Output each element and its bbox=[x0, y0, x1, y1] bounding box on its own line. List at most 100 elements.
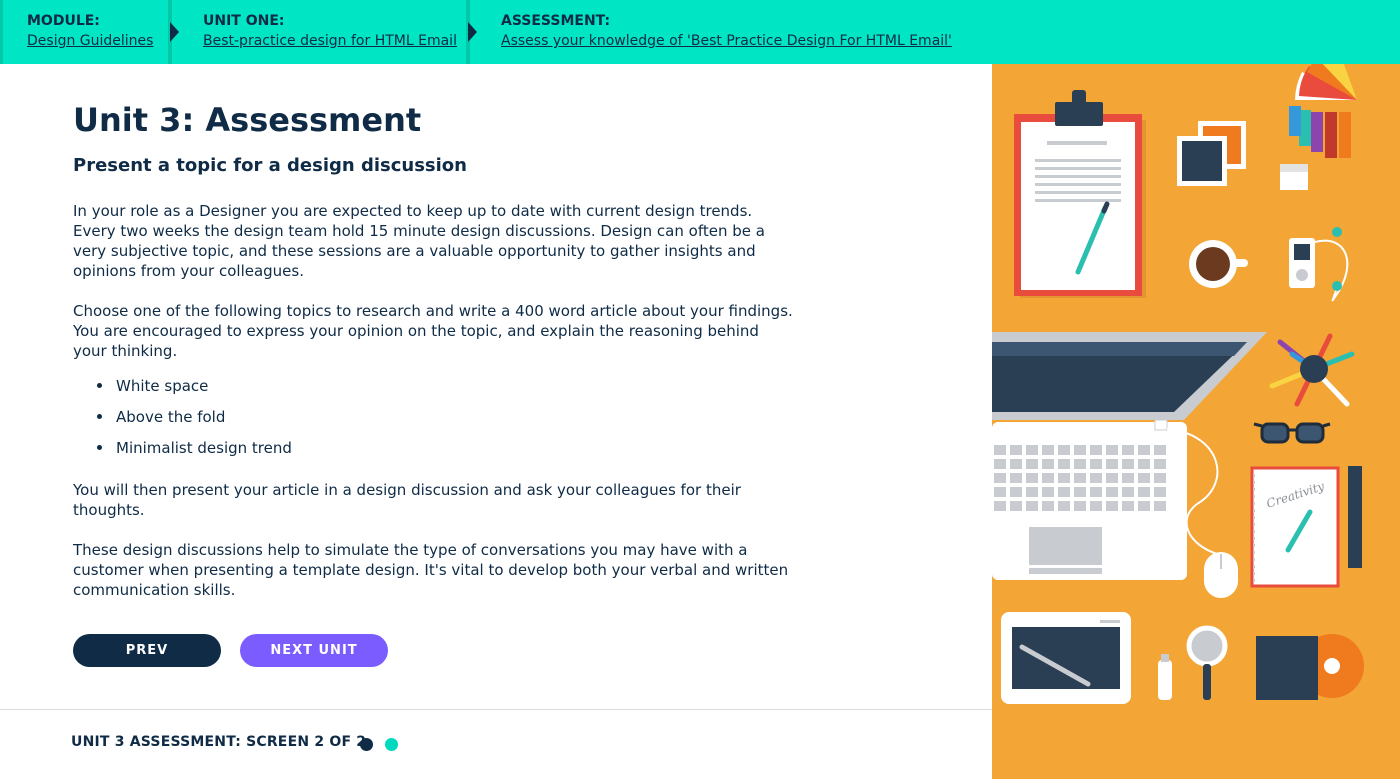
keyboard-key bbox=[1074, 501, 1086, 511]
keyboard-key bbox=[1042, 501, 1054, 511]
list-item: Minimalist design trend bbox=[97, 437, 793, 468]
cd-case-icon bbox=[1256, 634, 1364, 700]
keyboard-key bbox=[1154, 501, 1166, 511]
next-unit-button[interactable]: NEXT UNIT bbox=[240, 634, 388, 667]
chevron-right-icon bbox=[468, 22, 477, 42]
screen-progress-label: UNIT 3 ASSESSMENT: SCREEN 2 OF 2 bbox=[71, 734, 367, 750]
keyboard-key bbox=[1154, 459, 1166, 469]
instructions-paragraph: Choose one of the following topics to re… bbox=[73, 302, 793, 360]
glasses-icon bbox=[1253, 422, 1331, 444]
progress-dot-screen-1[interactable] bbox=[360, 738, 373, 751]
intro-paragraph: In your role as a Designer you are expec… bbox=[73, 202, 765, 280]
keyboard-key bbox=[1090, 487, 1102, 497]
keyboard-key bbox=[1074, 459, 1086, 469]
pencil-cup-icon bbox=[1269, 333, 1355, 407]
breadcrumb-module: MODULE: Design Guidelines bbox=[27, 0, 153, 64]
keyboard-key bbox=[1154, 445, 1166, 455]
breadcrumb-separator bbox=[466, 0, 477, 64]
list-item: White space bbox=[97, 375, 793, 406]
breadcrumb-module-label: MODULE: bbox=[27, 13, 100, 29]
breadcrumb-assessment-link[interactable]: Assess your knowledge of 'Best Practice … bbox=[501, 33, 952, 50]
keyboard-key bbox=[1010, 501, 1022, 511]
keyboard-key bbox=[1026, 487, 1038, 497]
breadcrumb-unit: UNIT ONE: Best-practice design for HTML … bbox=[203, 0, 457, 64]
keyboard-key bbox=[1122, 501, 1134, 511]
topic-list: White space Above the fold Minimalist de… bbox=[73, 375, 793, 468]
keyboard-key bbox=[1042, 445, 1054, 455]
presentation-paragraph: You will then present your article in a … bbox=[73, 481, 741, 519]
keyboard-key bbox=[1010, 473, 1022, 483]
keyboard-key bbox=[1090, 473, 1102, 483]
keyboard-key bbox=[1122, 445, 1134, 455]
main-content: Unit 3: Assessment Present a topic for a… bbox=[73, 64, 793, 600]
keyboard-key bbox=[1154, 487, 1166, 497]
keyboard-key bbox=[1010, 459, 1022, 469]
page-subtitle: Present a topic for a design discussion bbox=[73, 155, 467, 176]
photo-frames-icon bbox=[1177, 121, 1308, 190]
magnifier-icon bbox=[1186, 625, 1228, 700]
breadcrumb-unit-link[interactable]: Best-practice design for HTML Email bbox=[203, 33, 457, 50]
keyboard-key bbox=[1106, 501, 1118, 511]
keyboard-key bbox=[1074, 487, 1086, 497]
keyboard-key bbox=[1122, 487, 1134, 497]
breadcrumb: MODULE: Design Guidelines UNIT ONE: Best… bbox=[0, 0, 1400, 64]
keyboard-key bbox=[1026, 459, 1038, 469]
keyboard-key bbox=[1010, 487, 1022, 497]
keyboard-key bbox=[1090, 501, 1102, 511]
clipboard-icon bbox=[1014, 90, 1146, 298]
breadcrumb-assessment-label: ASSESSMENT: bbox=[501, 13, 611, 29]
keyboard-key bbox=[1138, 487, 1150, 497]
breadcrumb-unit-label: UNIT ONE: bbox=[203, 13, 285, 29]
keyboard-key bbox=[1042, 487, 1054, 497]
keyboard-key bbox=[1026, 445, 1038, 455]
chevron-right-icon bbox=[170, 22, 179, 42]
keyboard-key bbox=[1010, 445, 1022, 455]
keyboard-key bbox=[1026, 473, 1038, 483]
keyboard-key bbox=[1042, 459, 1054, 469]
page-title: Unit 3: Assessment bbox=[73, 101, 422, 139]
breadcrumb-separator bbox=[168, 0, 179, 64]
keyboard-key bbox=[994, 445, 1006, 455]
color-swatch-fan-icon bbox=[1289, 64, 1357, 158]
notebook-icon: Creativity bbox=[1250, 466, 1362, 588]
keyboard-key bbox=[1122, 473, 1134, 483]
coffee-cup-icon bbox=[1189, 240, 1248, 288]
prev-button[interactable]: PREV bbox=[73, 634, 221, 667]
keyboard-key bbox=[1138, 445, 1150, 455]
keyboard-key bbox=[994, 473, 1006, 483]
keyboard-key bbox=[994, 459, 1006, 469]
keyboard-key bbox=[1122, 459, 1134, 469]
breadcrumb-assessment: ASSESSMENT: Assess your knowledge of 'Be… bbox=[501, 0, 952, 64]
keyboard-key bbox=[1090, 445, 1102, 455]
keyboard-icon bbox=[994, 445, 1166, 511]
keyboard-key bbox=[1074, 445, 1086, 455]
list-item: Above the fold bbox=[97, 406, 793, 437]
keyboard-key bbox=[1106, 445, 1118, 455]
keyboard-key bbox=[1058, 445, 1070, 455]
keyboard-key bbox=[1138, 501, 1150, 511]
keyboard-key bbox=[1154, 473, 1166, 483]
keyboard-key bbox=[1138, 473, 1150, 483]
keyboard-key bbox=[994, 501, 1006, 511]
tablet-icon bbox=[1001, 612, 1131, 704]
keyboard-key bbox=[1106, 487, 1118, 497]
keyboard-key bbox=[1058, 459, 1070, 469]
keyboard-key bbox=[1026, 501, 1038, 511]
keyboard-key bbox=[1138, 459, 1150, 469]
keyboard-key bbox=[1106, 473, 1118, 483]
keyboard-key bbox=[1090, 459, 1102, 469]
keyboard-key bbox=[1074, 473, 1086, 483]
progress-dot-screen-2[interactable] bbox=[385, 738, 398, 751]
music-player-icon bbox=[1289, 227, 1349, 302]
keyboard-key bbox=[1058, 501, 1070, 511]
keyboard-key bbox=[1058, 487, 1070, 497]
footer-divider bbox=[0, 709, 992, 710]
workspace-illustration: Creativity bbox=[992, 64, 1400, 779]
breadcrumb-module-link[interactable]: Design Guidelines bbox=[27, 33, 153, 50]
keyboard-key bbox=[994, 487, 1006, 497]
keyboard-key bbox=[1058, 473, 1070, 483]
closing-paragraph: These design discussions help to simulat… bbox=[73, 541, 789, 599]
breadcrumb-edge bbox=[0, 0, 3, 64]
usb-drive-icon bbox=[1158, 654, 1172, 700]
keyboard-key bbox=[1042, 473, 1054, 483]
